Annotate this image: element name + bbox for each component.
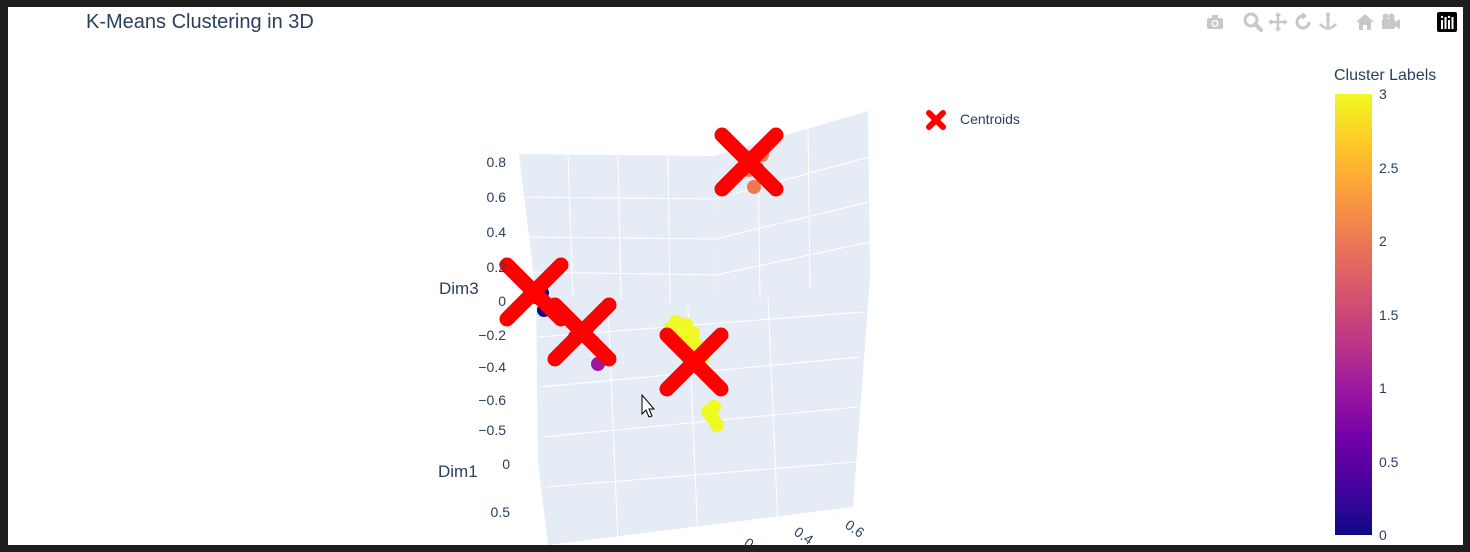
plot-area[interactable]: 0.8 0.6 0.4 0.2 0 −0.2 −0.4 −0.6 −0.5 0 0.5 0.2 0.4 0… xyxy=(8,7,1463,545)
axis-title-dim3: Dim3 xyxy=(439,279,479,298)
colorbar-tick-label: 2.5 xyxy=(1379,159,1399,176)
colorbar-tick-label: 1 xyxy=(1379,380,1387,396)
dim3-tick-label: −0.6 xyxy=(478,392,506,408)
camera-icon[interactable] xyxy=(1204,11,1226,33)
legend[interactable]: Centroids xyxy=(922,107,1082,133)
colorbar-tick-label: 1.5 xyxy=(1379,306,1399,323)
colorbar xyxy=(1335,94,1372,535)
dim3-tick-label: −0.2 xyxy=(478,327,506,343)
zoom-icon[interactable] xyxy=(1242,11,1264,33)
colorbar-title: Cluster Labels xyxy=(1334,67,1437,84)
dim3-tick-label: 0 xyxy=(498,293,506,309)
dim3-tick-label: 0.8 xyxy=(487,154,507,170)
cluster-3-point xyxy=(705,410,719,424)
dim3-tick-label: 0.4 xyxy=(487,224,507,240)
modebar xyxy=(1204,9,1460,35)
reset-camera-icon[interactable] xyxy=(1354,11,1376,33)
dim3-tick-label: 0.6 xyxy=(487,189,507,205)
dim2-tick-label: 0.4 xyxy=(791,523,816,545)
chart-container: K-Means Clustering in 3D 0.8 0.6 0.4 0.2… xyxy=(8,7,1463,545)
dim1-tick-label: 0 xyxy=(502,456,510,472)
dim3-tick-label: 0.2 xyxy=(487,259,507,275)
dim1-tick-label: 0.5 xyxy=(491,504,511,520)
dim3-tick-label: −0.5 xyxy=(478,422,506,438)
colorbar-tick-label: 3 xyxy=(1379,86,1387,102)
camera-view-icon[interactable] xyxy=(1380,11,1402,33)
dim2-tick-label: 0.6 xyxy=(842,516,867,540)
centroid-legend-icon xyxy=(926,110,946,130)
orbit-rotation-icon[interactable] xyxy=(1292,11,1314,33)
dim3-tick-label: −0.4 xyxy=(478,359,506,375)
legend-entry-centroids: Centroids xyxy=(960,111,1020,127)
plotly-logo-icon[interactable] xyxy=(1436,11,1458,33)
colorbar-tick-label: 2 xyxy=(1379,233,1387,249)
dim2-tick-label: 0.2 xyxy=(741,534,766,545)
colorbar-tick-label: 0.5 xyxy=(1379,453,1399,470)
pan-icon[interactable] xyxy=(1267,11,1289,33)
axis-title-dim1: Dim1 xyxy=(438,462,478,481)
colorbar-tick-label: 0 xyxy=(1379,527,1387,543)
turntable-rotation-icon[interactable] xyxy=(1317,11,1339,33)
scene-wall-right xyxy=(715,111,870,307)
